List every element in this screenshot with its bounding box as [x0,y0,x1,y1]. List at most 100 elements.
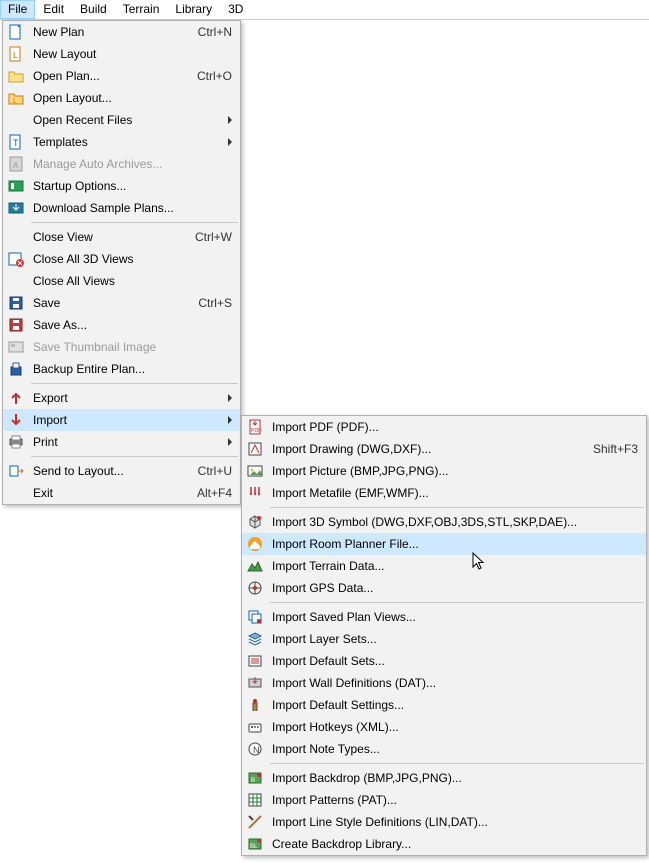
svg-text:A: A [13,161,19,170]
terrain-icon [242,555,268,577]
file-menu-templates[interactable]: T Templates [3,131,240,153]
menu-item-label: Save Thumbnail Image [29,340,232,354]
menu-item-label: Send to Layout... [29,464,186,478]
backup-icon [3,358,29,380]
menu-item-label: Close All Views [29,274,232,288]
file-menu-close-all-views[interactable]: Close All Views [3,270,240,292]
file-menu-separator [31,222,238,223]
import-menu-import-metafile-emf-wmf[interactable]: Import Metafile (EMF,WMF)... [242,482,646,504]
file-menu-print[interactable]: Print [3,431,240,453]
menubar-item-file[interactable]: File [0,0,35,19]
import-menu-import-backdrop-bmp-jpg-png[interactable]: BImport Backdrop (BMP,JPG,PNG)... [242,767,646,789]
svg-text:T: T [13,138,19,148]
menubar-item-library[interactable]: Library [167,0,220,19]
menubar-item-edit[interactable]: Edit [35,0,72,19]
menu-item-label: Open Layout... [29,91,232,105]
menu-item-label: Import Drawing (DWG,DXF)... [268,442,581,456]
file-menu-backup-entire-plan[interactable]: Backup Entire Plan... [3,358,240,380]
close-3d-icon [3,248,29,270]
import-menu-separator [270,763,644,764]
file-menu-open-plan[interactable]: Open Plan...Ctrl+O [3,65,240,87]
import-menu-import-patterns-pat[interactable]: Import Patterns (PAT)... [242,789,646,811]
menu-item-label: Import [29,413,220,427]
file-menu-open-recent-files[interactable]: Open Recent Files [3,109,240,131]
file-menu-send-to-layout[interactable]: Send to Layout...Ctrl+U [3,460,240,482]
file-menu-new-plan[interactable]: New PlanCtrl+N [3,21,240,43]
menu-item-label: Import Saved Plan Views... [268,610,638,624]
menu-item-label: Import Picture (BMP,JPG,PNG)... [268,464,638,478]
new-layout-icon: L [3,43,29,65]
menu-item-shortcut: Alt+F4 [185,486,232,500]
menu-item-label: New Layout [29,47,232,61]
import-icon [3,409,29,431]
menu-item-shortcut: Ctrl+W [183,230,232,244]
menu-item-label: Export [29,391,220,405]
file-menu-save[interactable]: SaveCtrl+S [3,292,240,314]
menubar-item-3d[interactable]: 3D [220,0,251,19]
import-menu-separator [270,602,644,603]
submenu-arrow-icon [228,138,232,146]
picture-icon [242,460,268,482]
metafile-icon [242,482,268,504]
menu-item-label: Import Line Style Definitions (LIN,DAT).… [268,815,638,829]
import-menu-create-backdrop-library[interactable]: BLCreate Backdrop Library... [242,833,646,855]
menu-item-label: Import 3D Symbol (DWG,DXF,OBJ,3DS,STL,SK… [268,515,638,529]
menu-item-label: Templates [29,135,220,149]
import-menu-import-3d-symbol-dwg-dxf-obj-3ds-stl-skp-dae[interactable]: Import 3D Symbol (DWG,DXF,OBJ,3DS,STL,SK… [242,511,646,533]
print-icon [3,431,29,453]
menu-item-shortcut: Shift+F3 [581,442,638,456]
file-menu-separator [31,383,238,384]
menu-item-label: Close All 3D Views [29,252,232,266]
file-menu-import[interactable]: Import [3,409,240,431]
hotkeys-icon [242,716,268,738]
import-menu-import-default-sets[interactable]: Import Default Sets... [242,650,646,672]
import-menu-import-picture-bmp-jpg-png[interactable]: Import Picture (BMP,JPG,PNG)... [242,460,646,482]
menu-item-label: Save As... [29,318,232,332]
file-menu-export[interactable]: Export [3,387,240,409]
menubar-item-build[interactable]: Build [72,0,115,19]
import-menu-separator [270,507,644,508]
room-planner-icon [242,533,268,555]
import-menu-import-default-settings[interactable]: Import Default Settings... [242,694,646,716]
import-menu-import-saved-plan-views[interactable]: Import Saved Plan Views... [242,606,646,628]
no-icon [3,270,29,292]
import-menu-import-line-style-definitions-lin-dat[interactable]: Import Line Style Definitions (LIN,DAT).… [242,811,646,833]
menu-item-label: Import Backdrop (BMP,JPG,PNG)... [268,771,638,785]
submenu-arrow-icon [228,438,232,446]
menu-item-shortcut: Ctrl+N [186,25,232,39]
import-menu-import-drawing-dwg-dxf[interactable]: Import Drawing (DWG,DXF)...Shift+F3 [242,438,646,460]
menubar-item-terrain[interactable]: Terrain [115,0,168,19]
templates-icon: T [3,131,29,153]
menu-item-label: Download Sample Plans... [29,201,232,215]
import-menu-import-pdf-pdf[interactable]: PDFImport PDF (PDF)... [242,416,646,438]
menu-item-shortcut: Ctrl+O [185,69,232,83]
menu-item-label: Print [29,435,220,449]
default-settings-icon [242,694,268,716]
file-menu-startup-options[interactable]: Startup Options... [3,175,240,197]
import-menu-import-layer-sets[interactable]: Import Layer Sets... [242,628,646,650]
menu-item-label: Import Hotkeys (XML)... [268,720,638,734]
file-menu-close-view[interactable]: Close ViewCtrl+W [3,226,240,248]
file-menu-save-thumbnail-image: Save Thumbnail Image [3,336,240,358]
svg-text:PDF: PDF [251,428,261,434]
import-submenu-dropdown: PDFImport PDF (PDF)...Import Drawing (DW… [241,415,647,856]
thumb-icon [3,336,29,358]
menu-item-label: Import Default Settings... [268,698,638,712]
menu-item-label: New Plan [29,25,186,39]
svg-text:N: N [253,745,260,755]
file-menu-open-layout[interactable]: LOpen Layout... [3,87,240,109]
file-menu-close-all-3d-views[interactable]: Close All 3D Views [3,248,240,270]
file-menu-new-layout[interactable]: LNew Layout [3,43,240,65]
import-menu-import-wall-definitions-dat[interactable]: Import Wall Definitions (DAT)... [242,672,646,694]
menu-item-label: Startup Options... [29,179,232,193]
import-menu-import-note-types[interactable]: NImport Note Types... [242,738,646,760]
file-menu-save-as[interactable]: Save As... [3,314,240,336]
file-menu-exit[interactable]: ExitAlt+F4 [3,482,240,504]
file-menu-download-sample-plans[interactable]: Download Sample Plans... [3,197,240,219]
gps-icon [242,577,268,599]
default-sets-icon [242,650,268,672]
import-menu-import-gps-data[interactable]: Import GPS Data... [242,577,646,599]
import-menu-import-hotkeys-xml[interactable]: Import Hotkeys (XML)... [242,716,646,738]
import-menu-import-terrain-data[interactable]: Import Terrain Data... [242,555,646,577]
import-menu-import-room-planner-file[interactable]: Import Room Planner File... [242,533,646,555]
